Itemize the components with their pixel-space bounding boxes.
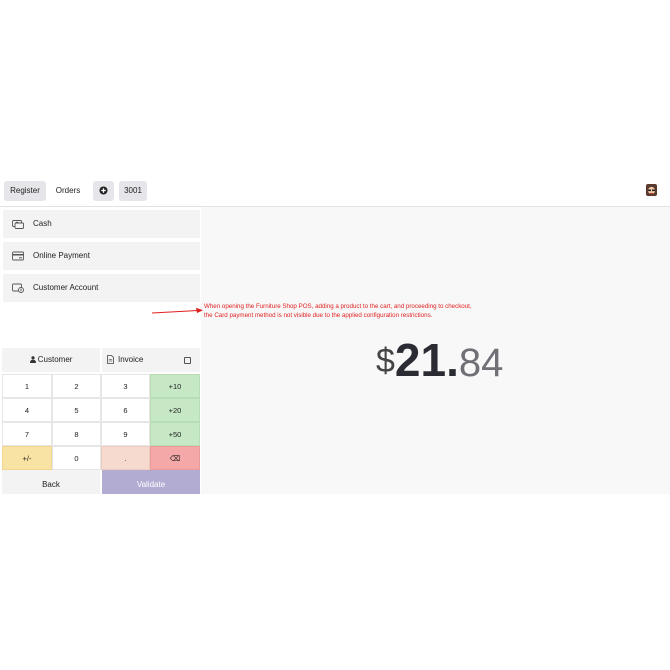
invoice-checkbox[interactable] — [184, 357, 191, 364]
top-navbar: Register Orders 3001 — [0, 178, 670, 207]
payment-method-label: Online Payment — [33, 251, 90, 260]
account-icon — [12, 283, 24, 293]
numpad-key-0[interactable]: 0 — [52, 446, 101, 470]
card-icon — [12, 251, 24, 261]
numpad-key-decimal[interactable]: . — [101, 446, 150, 470]
annotation-note: When opening the Furniture Shop POS, add… — [204, 302, 472, 320]
invoice-label: Invoice — [118, 355, 144, 364]
numpad-key-7[interactable]: 7 — [2, 422, 52, 446]
numpad-key-4[interactable]: 4 — [2, 398, 52, 422]
numpad-key-sign[interactable]: +/- — [2, 446, 52, 470]
numpad-key-8[interactable]: 8 — [52, 422, 101, 446]
payment-method-label: Cash — [33, 219, 52, 228]
add-order-button[interactable] — [93, 181, 114, 201]
total-amount: $21.84 — [376, 333, 503, 393]
document-icon — [107, 355, 114, 364]
amount-decimal-point: . — [446, 334, 459, 386]
customer-invoice-row: Customer Invoice — [0, 348, 201, 372]
customer-button[interactable]: Customer — [2, 348, 100, 372]
amount-integer: 21 — [394, 334, 447, 386]
back-button[interactable]: Back — [2, 470, 100, 494]
numpad-key-backspace[interactable]: ⌫ — [150, 446, 200, 470]
amount-cents: 84 — [458, 341, 504, 385]
numpad: 1 2 3 +10 4 5 6 +20 7 8 9 +50 +/- 0 . ⌫ … — [0, 374, 201, 494]
payment-method-cash[interactable]: Cash — [3, 210, 200, 238]
numpad-key-3[interactable]: 3 — [101, 374, 150, 398]
payment-method-online[interactable]: Online Payment — [3, 242, 200, 270]
numpad-key-9[interactable]: 9 — [101, 422, 150, 446]
annotation-line-2: the Card payment method is not visible d… — [204, 312, 433, 319]
numpad-key-5[interactable]: 5 — [52, 398, 101, 422]
invoice-toggle[interactable]: Invoice — [102, 348, 200, 372]
currency-symbol: $ — [376, 342, 395, 380]
person-icon — [29, 356, 36, 363]
user-avatar-icon[interactable] — [646, 184, 657, 196]
payment-method-customer-account[interactable]: Customer Account — [3, 274, 200, 302]
numpad-key-plus-20[interactable]: +20 — [150, 398, 200, 422]
customer-label: Customer — [37, 355, 73, 364]
cash-icon — [12, 220, 24, 229]
numpad-key-2[interactable]: 2 — [52, 374, 101, 398]
numpad-key-plus-50[interactable]: +50 — [150, 422, 200, 446]
validate-button[interactable]: Validate — [102, 470, 200, 494]
numpad-key-6[interactable]: 6 — [101, 398, 150, 422]
numpad-key-plus-10[interactable]: +10 — [150, 374, 200, 398]
annotation-arrow — [151, 307, 203, 314]
annotation-line-1: When opening the Furniture Shop POS, add… — [204, 303, 472, 310]
tab-orders[interactable]: Orders — [51, 181, 85, 201]
plus-circle-icon — [99, 186, 108, 195]
current-order-tab[interactable]: 3001 — [119, 181, 147, 201]
numpad-key-1[interactable]: 1 — [2, 374, 52, 398]
payment-method-label: Customer Account — [33, 283, 99, 292]
tab-register[interactable]: Register — [4, 181, 46, 201]
